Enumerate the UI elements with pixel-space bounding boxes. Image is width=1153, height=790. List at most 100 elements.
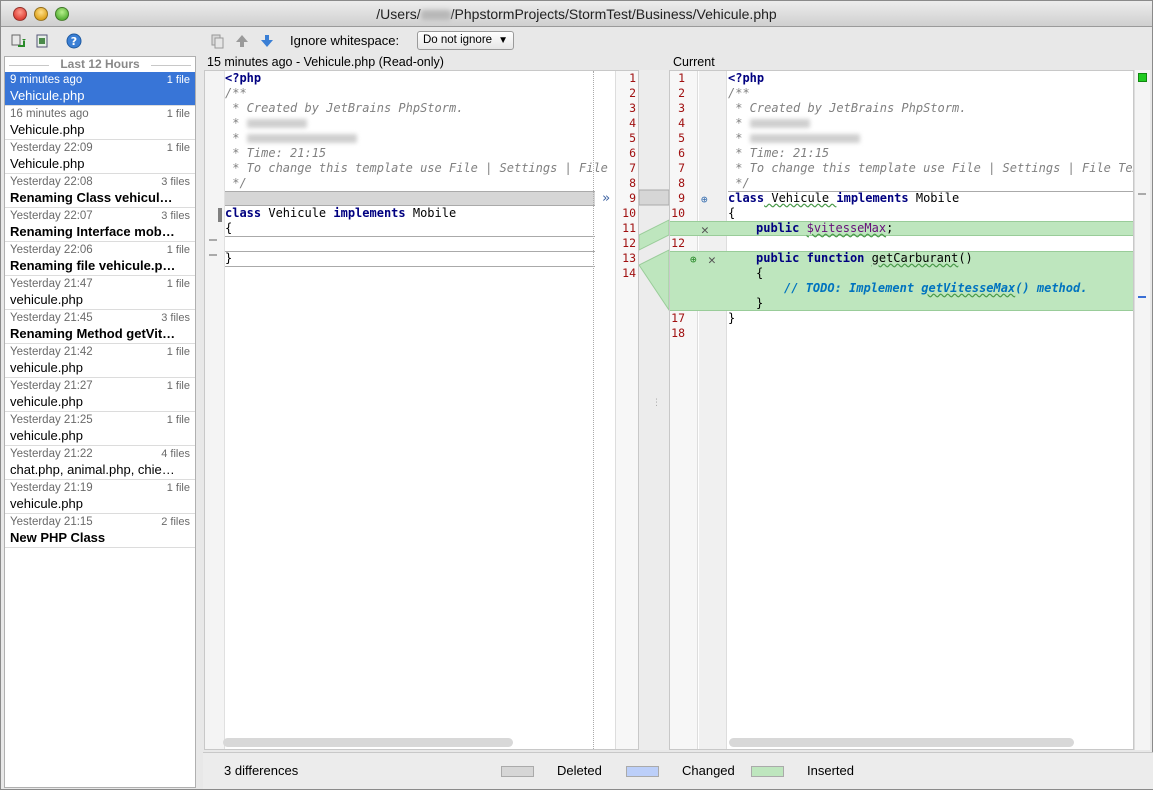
history-item-file-count: 3 files (161, 176, 190, 188)
left-line-numbers: 1 2 3 4 5 6 7 8 9 10 11 12 13 14 (615, 71, 638, 371)
left-code-editor[interactable]: <?php /** * Created by JetBrains PhpStor… (204, 70, 639, 750)
line-number: 4 (678, 116, 685, 130)
history-item-label: vehicule.php (10, 360, 83, 375)
line-number: 3 (629, 101, 636, 115)
chevron-down-icon: ▼ (498, 35, 508, 46)
history-item-file-count: 1 file (166, 108, 190, 120)
line-number: 10 (671, 206, 685, 220)
implements-method-icon[interactable]: ⊕ (690, 253, 697, 266)
revert-icon[interactable] (9, 32, 27, 50)
right-code-line-14: { (756, 266, 764, 280)
previous-difference-icon[interactable] (233, 32, 251, 50)
right-code-editor[interactable]: 123456789101112131415161718 ⊕ ✕ ⊕ ✕ <?ph… (669, 70, 1134, 750)
left-horizontal-scrollbar[interactable] (223, 738, 513, 747)
stripe-todo-mark[interactable] (1138, 296, 1146, 298)
history-item-time: Yesterday 22:06 (10, 244, 93, 256)
left-code-line-4: * (225, 116, 307, 131)
diff-connector: ⋮ (639, 70, 669, 750)
remove-change-icon-2[interactable]: ✕ (708, 253, 716, 268)
line-number: 1 (629, 71, 636, 85)
history-item-label: vehicule.php (10, 428, 83, 443)
history-item-file-count: 1 file (166, 346, 190, 358)
line-number: 13 (622, 251, 636, 265)
line-number: 5 (678, 131, 685, 145)
left-code-line-6: * Time: 21:15 (225, 146, 327, 160)
history-item[interactable]: Yesterday 21:25 1 file vehicule.php (5, 412, 195, 446)
history-item[interactable]: Yesterday 22:09 1 file Vehicule.php (5, 140, 195, 174)
history-item[interactable]: 9 minutes ago 1 file Vehicule.php (5, 72, 195, 106)
right-code-line-2: /** (728, 86, 750, 100)
history-group-header: Last 12 Hours (5, 57, 195, 72)
right-horizontal-scrollbar[interactable] (729, 738, 1074, 747)
left-code-line-2: /** (225, 86, 247, 100)
history-item-time: Yesterday 21:47 (10, 278, 93, 290)
line-number: 10 (622, 206, 636, 220)
history-item-label: vehicule.php (10, 292, 83, 307)
history-item-file-count: 3 files (161, 210, 190, 222)
svg-text:⋮: ⋮ (652, 398, 661, 408)
history-item-file-count: 3 files (161, 312, 190, 324)
history-item[interactable]: Yesterday 21:19 1 file vehicule.php (5, 480, 195, 514)
apply-change-icon[interactable]: » (598, 191, 614, 206)
right-code-line-8: */ (728, 176, 750, 190)
history-item-label: Vehicule.php (10, 156, 85, 171)
changed-marker-left-2 (225, 251, 595, 252)
error-stripe[interactable] (1134, 70, 1150, 750)
legend-deleted-swatch (501, 766, 534, 777)
line-number: 17 (671, 311, 685, 325)
history-item[interactable]: Yesterday 22:07 3 files Renaming Interface… (5, 208, 195, 242)
line-number: 6 (629, 146, 636, 160)
copy-icon[interactable] (209, 32, 227, 50)
right-code-line-1: <?php (728, 71, 765, 85)
history-item[interactable]: Yesterday 22:06 1 file Renaming file vehic… (5, 242, 195, 276)
help-icon[interactable]: ? (65, 32, 83, 50)
left-code-line-13: } (225, 251, 233, 265)
history-item-time: 16 minutes ago (10, 108, 89, 120)
inspection-status-icon[interactable] (1138, 73, 1147, 82)
next-difference-icon[interactable] (258, 32, 276, 50)
history-item[interactable]: Yesterday 21:42 1 file vehicule.php (5, 344, 195, 378)
history-item-label: Vehicule.php (10, 122, 85, 137)
history-item-file-count: 1 file (166, 414, 190, 426)
line-number: 7 (678, 161, 685, 175)
history-item-time: Yesterday 21:19 (10, 482, 93, 494)
left-right-margin (593, 71, 594, 749)
history-item-label: chat.php, animal.php, chie… (10, 462, 175, 477)
history-item-label: Renaming Interface mob… (10, 224, 175, 239)
right-code-line-5: * (728, 131, 860, 146)
legend-changed-swatch (626, 766, 659, 777)
right-code-line-16: } (756, 296, 764, 310)
history-item-file-count: 1 file (166, 278, 190, 290)
line-number: 9 (629, 191, 636, 205)
right-code-line-13: public function getCarburant() (756, 251, 973, 265)
legend-deleted-label: Deleted (557, 763, 602, 778)
history-item[interactable]: Yesterday 21:45 3 files Renaming Method ge… (5, 310, 195, 344)
history-item[interactable]: Yesterday 21:15 2 files New PHP Class (5, 514, 195, 548)
legend-inserted-swatch (751, 766, 784, 777)
redacted-text (749, 119, 810, 128)
history-item[interactable]: Yesterday 21:22 4 files chat.php, animal.p… (5, 446, 195, 480)
right-pane-title: Current (673, 55, 715, 69)
svg-text:?: ? (71, 35, 77, 48)
create-patch-icon[interactable] (33, 32, 51, 50)
history-item[interactable]: Yesterday 22:08 3 files Renaming Class veh… (5, 174, 195, 208)
history-item-label: Vehicule.php (10, 88, 85, 103)
remove-change-icon[interactable]: ✕ (701, 223, 709, 238)
history-item-time: Yesterday 21:25 (10, 414, 93, 426)
right-code-line-6: * Time: 21:15 (728, 146, 830, 160)
line-number: 2 (629, 86, 636, 100)
ignore-whitespace-select[interactable]: Do not ignore ▼ (417, 31, 514, 50)
history-item[interactable]: 16 minutes ago 1 file Vehicule.php (5, 106, 195, 140)
implemented-method-icon[interactable]: ⊕ (701, 193, 708, 206)
diff-window: /Users//PhpstormProjects/StormTest/Busin… (0, 0, 1153, 790)
redacted-text (749, 134, 860, 143)
left-code-line-1: <?php (225, 71, 262, 85)
history-item[interactable]: Yesterday 21:47 1 file vehicule.php (5, 276, 195, 310)
left-code-line-7: * To change this template use File | Set… (225, 161, 608, 175)
left-change-marker (218, 208, 222, 222)
history-item-file-count: 1 file (166, 142, 190, 154)
left-pane-title: 15 minutes ago - Vehicule.php (Read-only… (207, 55, 444, 69)
stripe-mark[interactable] (1138, 193, 1146, 195)
redacted-username (420, 10, 451, 21)
history-item[interactable]: Yesterday 21:27 1 file vehicule.php (5, 378, 195, 412)
